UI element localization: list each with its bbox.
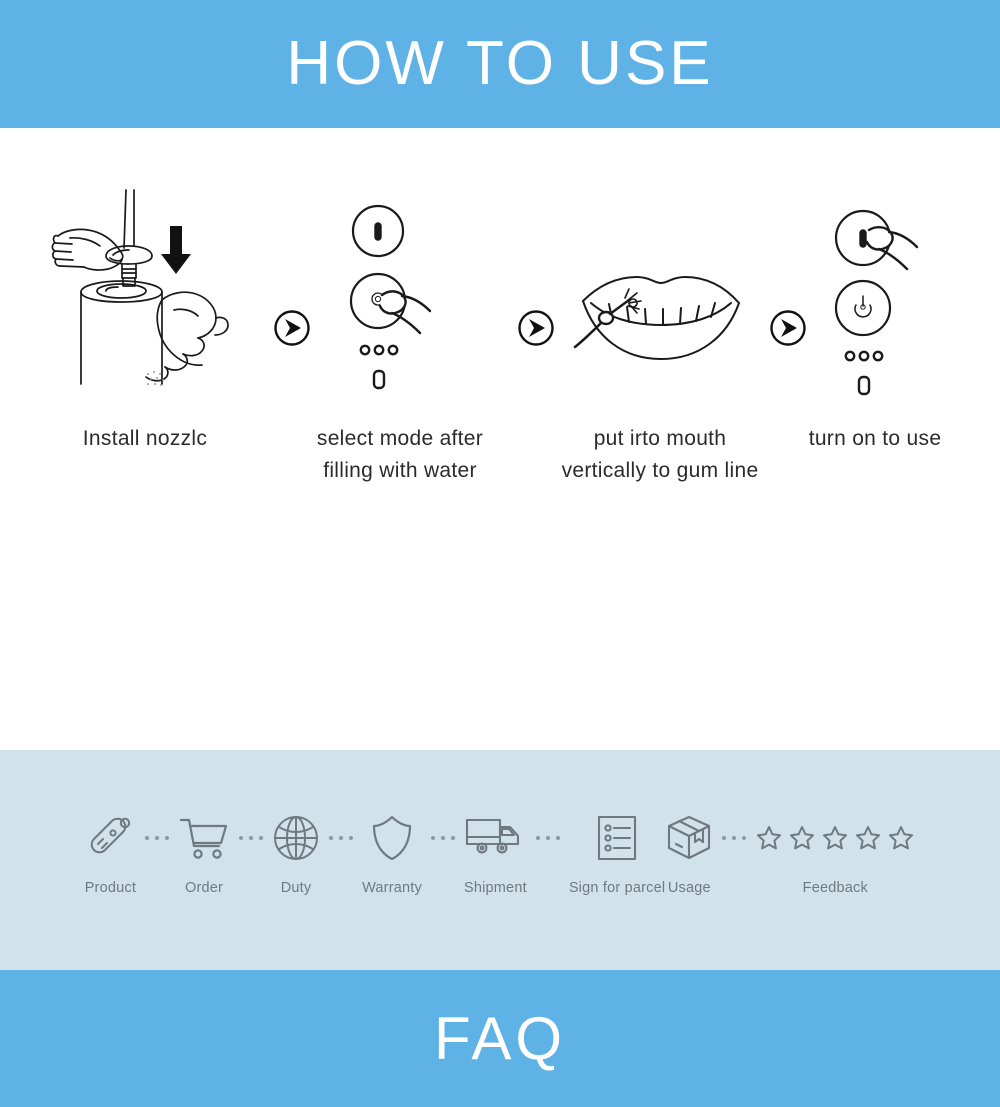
- faq-banner: FAQ: [0, 970, 1000, 1107]
- checklist-document-icon: [595, 812, 639, 864]
- step-separator-arrow-1: [272, 308, 312, 348]
- service-process-strip: Product Order Duty Warranty Shipment Sig…: [0, 750, 1000, 970]
- process-label: Usage: [667, 880, 711, 896]
- package-box-icon: [665, 812, 713, 864]
- process-label: Shipment: [463, 880, 527, 896]
- delivery-truck-icon: [465, 812, 525, 864]
- process-item-usage: Usage: [665, 812, 713, 896]
- star-icon: [856, 826, 881, 850]
- star-rating: [755, 824, 915, 852]
- select-mode-illustration: [340, 203, 460, 398]
- step-caption: select mode after filling with water: [316, 427, 484, 482]
- shield-icon: [370, 812, 414, 864]
- process-separator-dots: [320, 812, 362, 864]
- steps-section: Install nozzlc select mode after filling…: [0, 128, 1000, 750]
- globe-icon: [272, 812, 320, 864]
- electric-toothbrush-icon: [85, 812, 135, 864]
- process-separator-dots: [713, 812, 755, 864]
- shopping-cart-icon: [178, 812, 230, 864]
- process-label: Feedback: [802, 880, 868, 896]
- hands-installing-nozzle-illustration: [50, 188, 240, 393]
- mouth-with-nozzle-illustration: [565, 263, 755, 388]
- process-item-feedback: Feedback: [755, 812, 915, 896]
- process-item-duty: Duty: [272, 812, 320, 896]
- service-process-row: Product Order Duty Warranty Shipment Sig…: [0, 812, 1000, 896]
- process-label: Order: [185, 880, 224, 896]
- five-stars-icon: [755, 812, 915, 864]
- process-item-warranty: Warranty: [362, 812, 422, 896]
- star-icon: [757, 826, 782, 850]
- process-separator-dots: [136, 812, 178, 864]
- process-label: Product: [84, 880, 137, 896]
- star-icon: [823, 826, 848, 850]
- star-icon: [790, 826, 815, 850]
- process-label: Warranty: [362, 880, 422, 896]
- process-label: Duty: [280, 880, 312, 896]
- process-item-product: Product: [85, 812, 136, 896]
- turn-on-power-illustration: [825, 208, 945, 403]
- step-separator-arrow-2: [516, 308, 556, 348]
- faq-title: FAQ: [433, 1004, 567, 1072]
- process-label: Sign for parcel: [568, 880, 666, 896]
- process-item-sign-for-parcel: Sign for parcel: [569, 812, 666, 896]
- page-title: HOW TO USE: [286, 29, 714, 98]
- process-item-shipment: Shipment: [464, 812, 527, 896]
- process-separator-dots: [527, 812, 569, 864]
- step-caption: Install nozzlc: [82, 427, 208, 450]
- process-separator-dots: [422, 812, 464, 864]
- step-separator-arrow-3: [768, 308, 808, 348]
- how-to-use-infographic: HOW TO USE Install nozzlc select mode af…: [0, 0, 1000, 1107]
- process-item-order: Order: [178, 812, 230, 896]
- star-icon: [889, 826, 914, 850]
- step-caption: put irto mouth vertically to gum line: [561, 427, 759, 482]
- how-to-use-banner: HOW TO USE: [0, 0, 1000, 128]
- step-caption: turn on to use: [808, 427, 942, 450]
- process-separator-dots: [230, 812, 272, 864]
